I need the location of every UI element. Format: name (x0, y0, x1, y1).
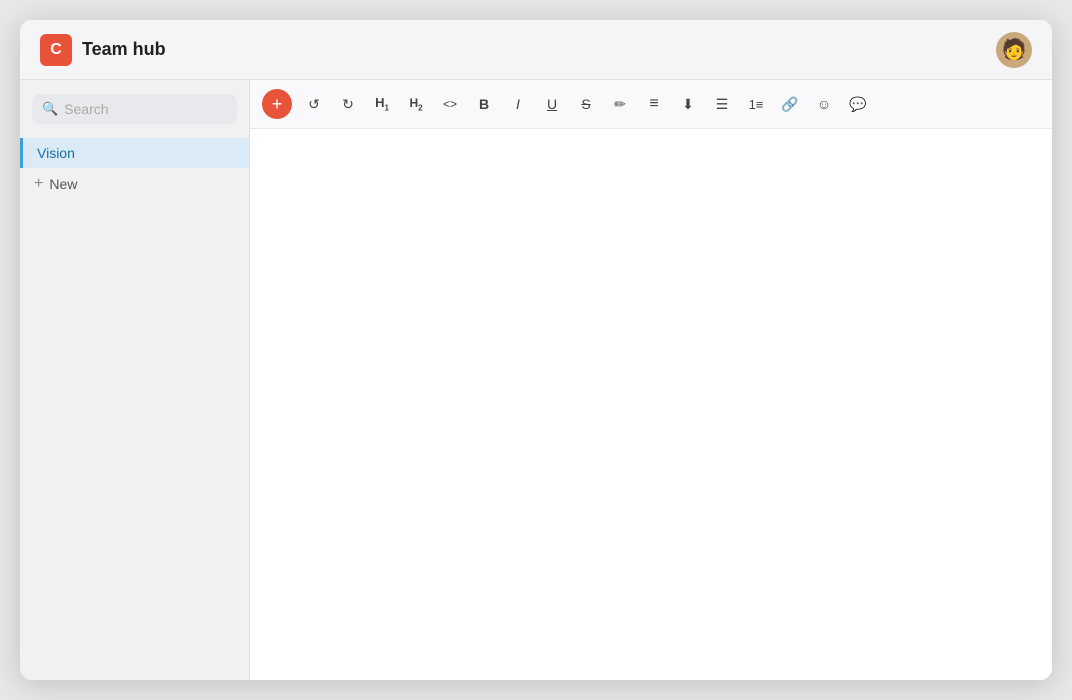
redo-button[interactable]: ↻ (332, 88, 364, 120)
sidebar-item-new[interactable]: + New (20, 168, 249, 200)
strikethrough-icon: S (581, 96, 590, 112)
plus-icon: + (34, 175, 43, 193)
italic-button[interactable]: I (502, 88, 534, 120)
main-body: 🔍 Search Vision + New + ↺ (20, 80, 1052, 680)
h1-icon: H1 (375, 95, 389, 113)
emoji-button[interactable]: ☺ (808, 88, 840, 120)
app-window: C Team hub 🧑 🔍 Search Vision + New (20, 20, 1052, 680)
logo-icon: C (40, 34, 72, 66)
add-button[interactable]: + (262, 89, 292, 119)
italic-icon: I (516, 96, 520, 112)
h2-button[interactable]: H2 (400, 88, 432, 120)
search-placeholder: Search (64, 101, 108, 117)
bullet-list-icon: ☰ (716, 96, 729, 113)
undo-button[interactable]: ↺ (298, 88, 330, 120)
align-button[interactable]: ≡ (638, 88, 670, 120)
avatar[interactable]: 🧑 (996, 32, 1032, 68)
sidebar-item-vision[interactable]: Vision (20, 138, 249, 168)
code-button[interactable]: <> (434, 88, 466, 120)
content-area: + ↺ ↻ H1 H2 <> B (250, 80, 1052, 680)
align-icon: ≡ (649, 95, 658, 113)
numbered-list-icon: 1≡ (749, 97, 764, 112)
undo-icon: ↺ (308, 96, 320, 113)
redo-icon: ↻ (342, 96, 354, 113)
link-icon: 🔗 (781, 96, 798, 113)
add-icon: + (272, 94, 283, 115)
numbered-list-button[interactable]: 1≡ (740, 88, 772, 120)
header-left: C Team hub (40, 34, 166, 66)
sidebar: 🔍 Search Vision + New (20, 80, 250, 680)
comment-button[interactable]: 💬 (842, 88, 874, 120)
strikethrough-button[interactable]: S (570, 88, 602, 120)
underline-button[interactable]: U (536, 88, 568, 120)
bold-button[interactable]: B (468, 88, 500, 120)
editor[interactable] (250, 129, 1052, 680)
comment-icon: 💬 (849, 96, 866, 113)
toolbar: + ↺ ↻ H1 H2 <> B (250, 80, 1052, 129)
app-title: Team hub (82, 39, 166, 60)
indent-icon: ⬇ (682, 96, 694, 113)
indent-button[interactable]: ⬇ (672, 88, 704, 120)
code-icon: <> (443, 97, 457, 111)
h1-button[interactable]: H1 (366, 88, 398, 120)
highlight-icon: ✏ (614, 96, 626, 113)
underline-icon: U (547, 96, 557, 112)
search-icon: 🔍 (42, 101, 58, 117)
h2-icon: H2 (409, 96, 422, 112)
avatar-image: 🧑 (1002, 37, 1027, 62)
emoji-icon: ☺ (817, 96, 831, 112)
bullet-list-button[interactable]: ☰ (706, 88, 738, 120)
highlight-button[interactable]: ✏ (604, 88, 636, 120)
search-bar[interactable]: 🔍 Search (32, 94, 237, 124)
link-button[interactable]: 🔗 (774, 88, 806, 120)
bold-icon: B (479, 96, 489, 112)
header: C Team hub 🧑 (20, 20, 1052, 80)
